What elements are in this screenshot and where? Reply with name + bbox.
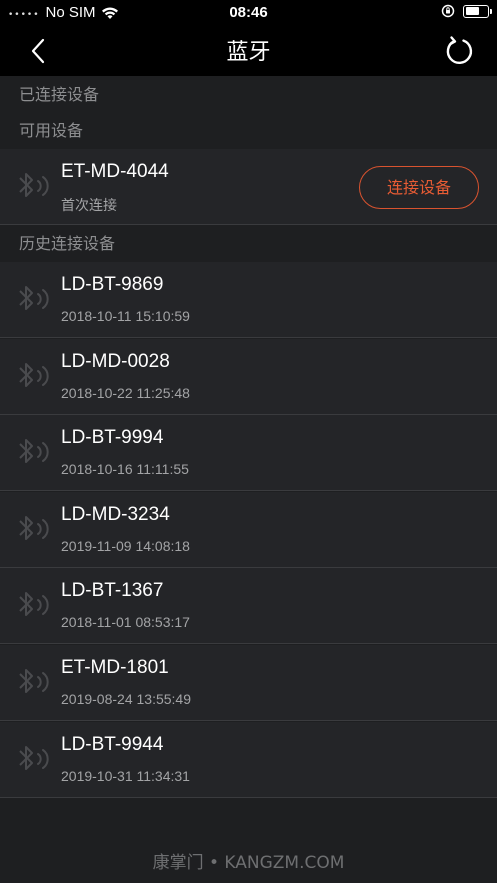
device-subtitle: 首次连接 [61,198,117,214]
device-name: ET-MD-4044 [61,161,169,182]
bluetooth-icon [19,439,49,463]
status-time: 08:46 [229,4,268,21]
history-device-row[interactable]: LD-BT-9944 2019-10-31 11:34:31 [0,722,497,798]
device-timestamp: 2019-10-31 11:34:31 [61,768,190,784]
device-name: LD-MD-0028 [61,351,170,372]
device-timestamp: 2019-08-24 13:55:49 [61,691,191,707]
device-name: LD-BT-9994 [61,427,164,448]
available-device-row[interactable]: ET-MD-4044 首次连接 连接设备 [0,149,497,225]
status-bar: ••••• No SIM 08:46 [0,0,497,26]
history-device-row[interactable]: LD-BT-9994 2018-10-16 11:11:55 [0,415,497,491]
refresh-icon[interactable] [443,35,475,67]
device-name: LD-MD-3234 [61,504,170,525]
bluetooth-icon [19,363,49,387]
status-right [441,4,492,18]
device-name: LD-BT-1367 [61,580,164,601]
history-device-row[interactable]: LD-BT-9869 2018-10-11 15:10:59 [0,262,497,338]
connect-device-button[interactable]: 连接设备 [359,166,479,209]
history-device-row[interactable]: LD-MD-3234 2019-11-09 14:08:18 [0,492,497,568]
device-timestamp: 2018-10-11 15:10:59 [61,308,190,324]
history-device-row[interactable]: LD-MD-0028 2018-10-22 11:25:48 [0,339,497,415]
section-connected-devices: 已连接设备 [0,77,497,113]
nav-bar: 蓝牙 [0,26,497,76]
bluetooth-icon [19,746,49,770]
device-timestamp: 2018-10-22 11:25:48 [61,385,190,401]
device-name: LD-BT-9944 [61,734,164,755]
bluetooth-icon [19,173,49,197]
footer-watermark: 康掌门 • KANGZM.COM [152,853,345,873]
section-history-devices: 历史连接设备 [0,226,497,262]
device-timestamp: 2018-10-16 11:11:55 [61,461,189,477]
orientation-lock-icon [441,4,455,18]
history-device-row[interactable]: ET-MD-1801 2019-08-24 13:55:49 [0,645,497,721]
device-name: ET-MD-1801 [61,657,169,678]
history-device-row[interactable]: LD-BT-1367 2018-11-01 08:53:17 [0,568,497,644]
bluetooth-icon [19,516,49,540]
device-timestamp: 2019-11-09 14:08:18 [61,538,190,554]
section-available-devices: 可用设备 [0,113,497,149]
bluetooth-icon [19,592,49,616]
battery-icon [463,4,492,18]
bluetooth-icon [19,669,49,693]
device-name: LD-BT-9869 [61,274,164,295]
bluetooth-icon [19,286,49,310]
device-timestamp: 2018-11-01 08:53:17 [61,614,190,630]
page-title: 蓝牙 [226,40,271,65]
